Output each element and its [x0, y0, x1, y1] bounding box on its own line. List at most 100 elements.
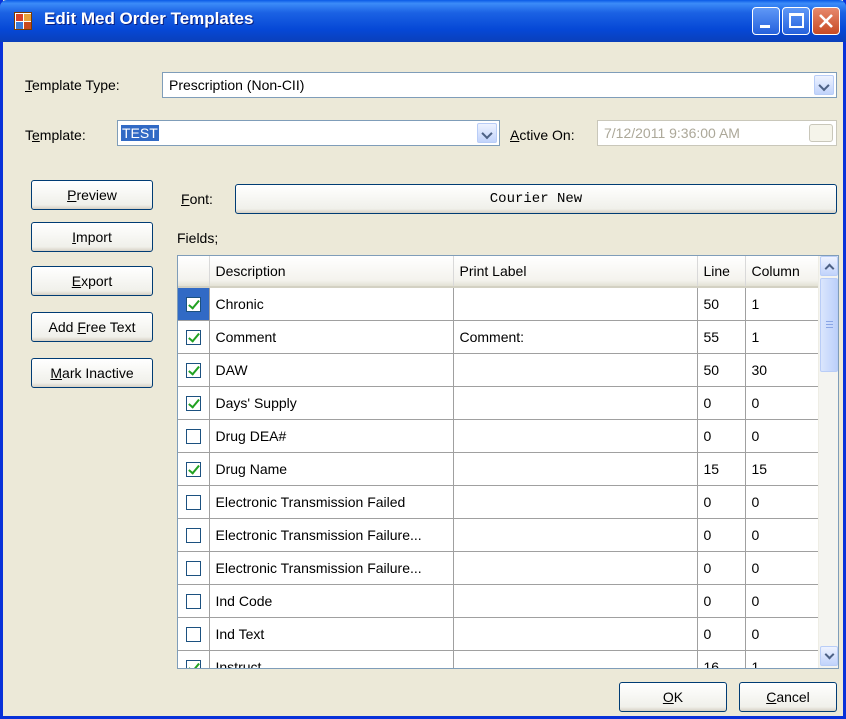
- cell-print-label[interactable]: [453, 485, 698, 519]
- table-row[interactable]: Comment Comment: 55 1: [178, 320, 820, 354]
- row-checkbox[interactable]: [185, 428, 201, 444]
- cell-line[interactable]: 50: [697, 353, 746, 387]
- cell-column[interactable]: 30: [745, 353, 820, 387]
- title-bar[interactable]: Edit Med Order Templates: [0, 0, 846, 42]
- ok-button[interactable]: OK: [619, 682, 727, 712]
- cell-column[interactable]: 15: [745, 452, 820, 486]
- row-checkbox[interactable]: [185, 593, 201, 609]
- row-check-cell[interactable]: [178, 551, 210, 585]
- cell-description[interactable]: Electronic Transmission Failed: [209, 485, 454, 519]
- calendar-dropdown-icon[interactable]: [809, 124, 833, 142]
- cell-column[interactable]: 0: [745, 419, 820, 453]
- cell-print-label[interactable]: [453, 452, 698, 486]
- mark-inactive-button[interactable]: Mark Inactive: [31, 358, 153, 388]
- cell-print-label[interactable]: [453, 287, 698, 321]
- header-description[interactable]: Description: [209, 256, 454, 288]
- table-row[interactable]: Drug Name 15 15: [178, 452, 820, 486]
- minimize-button[interactable]: [752, 7, 780, 35]
- cell-description[interactable]: Electronic Transmission Failure...: [209, 551, 454, 585]
- scroll-up-icon[interactable]: [820, 256, 838, 276]
- grid-vertical-scrollbar[interactable]: [818, 256, 838, 668]
- cell-column[interactable]: 1: [745, 287, 820, 321]
- cell-line[interactable]: 0: [697, 386, 746, 420]
- cell-print-label[interactable]: [453, 518, 698, 552]
- cell-description[interactable]: Ind Code: [209, 584, 454, 618]
- cell-print-label[interactable]: [453, 650, 698, 668]
- cell-line[interactable]: 0: [697, 617, 746, 651]
- table-row[interactable]: Chronic 50 1: [178, 287, 820, 321]
- row-checkbox[interactable]: [185, 362, 201, 378]
- row-check-cell[interactable]: [178, 353, 210, 387]
- cell-column[interactable]: 0: [745, 551, 820, 585]
- cell-print-label[interactable]: [453, 617, 698, 651]
- cell-line[interactable]: 0: [697, 551, 746, 585]
- preview-button[interactable]: Preview: [31, 180, 153, 210]
- row-check-cell[interactable]: [178, 485, 210, 519]
- cell-line[interactable]: 0: [697, 584, 746, 618]
- row-check-cell[interactable]: [178, 386, 210, 420]
- row-checkbox[interactable]: [185, 494, 201, 510]
- close-button[interactable]: [812, 7, 840, 35]
- row-check-cell[interactable]: [178, 320, 210, 354]
- row-check-cell[interactable]: [178, 650, 210, 668]
- row-checkbox[interactable]: [185, 560, 201, 576]
- template-type-select[interactable]: Prescription (Non-CII): [162, 72, 837, 98]
- table-row[interactable]: Days' Supply 0 0: [178, 386, 820, 420]
- row-check-cell[interactable]: [178, 419, 210, 453]
- cell-column[interactable]: 0: [745, 386, 820, 420]
- header-column[interactable]: Column: [745, 256, 820, 288]
- table-row[interactable]: Ind Text 0 0: [178, 617, 820, 651]
- row-check-cell[interactable]: [178, 584, 210, 618]
- cancel-button[interactable]: Cancel: [739, 682, 837, 712]
- cell-description[interactable]: Chronic: [209, 287, 454, 321]
- cell-line[interactable]: 0: [697, 419, 746, 453]
- import-button[interactable]: Import: [31, 222, 153, 252]
- add-free-text-button[interactable]: Add Free Text: [31, 312, 153, 342]
- cell-print-label[interactable]: [453, 551, 698, 585]
- row-checkbox[interactable]: [185, 329, 201, 345]
- cell-column[interactable]: 0: [745, 518, 820, 552]
- cell-line[interactable]: 0: [697, 485, 746, 519]
- chevron-down-icon[interactable]: [814, 75, 834, 95]
- table-row[interactable]: Instruct 16 1: [178, 650, 820, 668]
- header-print-label[interactable]: Print Label: [453, 256, 698, 288]
- cell-line[interactable]: 16: [697, 650, 746, 668]
- table-row[interactable]: Electronic Transmission Failure... 0 0: [178, 518, 820, 552]
- cell-print-label[interactable]: [453, 419, 698, 453]
- header-line[interactable]: Line: [697, 256, 746, 288]
- cell-print-label[interactable]: [453, 584, 698, 618]
- table-row[interactable]: Electronic Transmission Failure... 0 0: [178, 551, 820, 585]
- cell-column[interactable]: 0: [745, 584, 820, 618]
- row-check-cell[interactable]: [178, 518, 210, 552]
- cell-description[interactable]: Drug DEA#: [209, 419, 454, 453]
- table-row[interactable]: Electronic Transmission Failed 0 0: [178, 485, 820, 519]
- cell-print-label[interactable]: [453, 386, 698, 420]
- fields-grid[interactable]: Description Print Label Line Column Chro…: [177, 255, 839, 669]
- cell-line[interactable]: 55: [697, 320, 746, 354]
- export-button[interactable]: Export: [31, 266, 153, 296]
- cell-line[interactable]: 0: [697, 518, 746, 552]
- cell-description[interactable]: Electronic Transmission Failure...: [209, 518, 454, 552]
- cell-line[interactable]: 15: [697, 452, 746, 486]
- row-check-cell[interactable]: [178, 452, 210, 486]
- row-check-cell[interactable]: [178, 287, 210, 321]
- cell-description[interactable]: DAW: [209, 353, 454, 387]
- row-checkbox[interactable]: [185, 395, 201, 411]
- cell-description[interactable]: Days' Supply: [209, 386, 454, 420]
- row-checkbox[interactable]: [185, 659, 201, 668]
- template-select[interactable]: TEST: [117, 120, 500, 146]
- cell-column[interactable]: 1: [745, 320, 820, 354]
- cell-description[interactable]: Drug Name: [209, 452, 454, 486]
- table-row[interactable]: Drug DEA# 0 0: [178, 419, 820, 453]
- header-check[interactable]: [178, 256, 210, 288]
- scroll-thumb[interactable]: [820, 278, 838, 372]
- row-checkbox[interactable]: [185, 527, 201, 543]
- row-checkbox[interactable]: [185, 626, 201, 642]
- active-on-datetime[interactable]: 7/12/2011 9:36:00 AM: [597, 120, 837, 146]
- cell-column[interactable]: 0: [745, 617, 820, 651]
- cell-print-label[interactable]: Comment:: [453, 320, 698, 354]
- cell-line[interactable]: 50: [697, 287, 746, 321]
- scroll-down-icon[interactable]: [820, 646, 838, 666]
- cell-description[interactable]: Instruct: [209, 650, 454, 668]
- row-checkbox[interactable]: [185, 461, 201, 477]
